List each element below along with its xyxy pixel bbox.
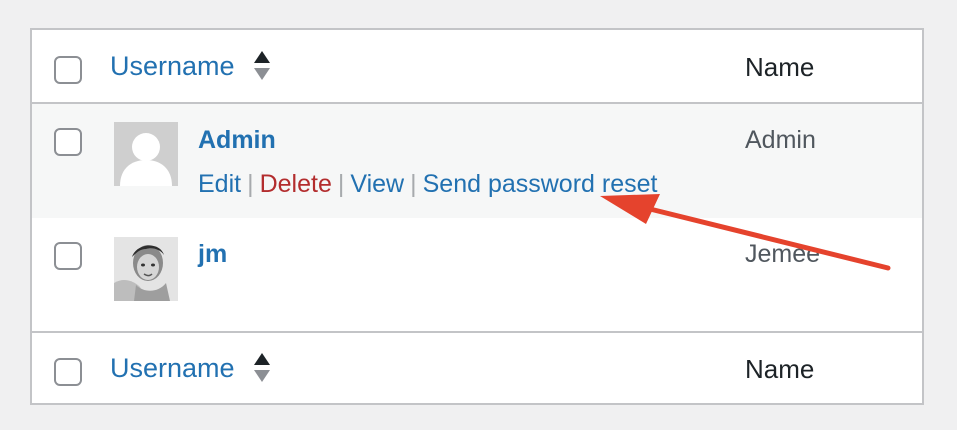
delete-link[interactable]: Delete [260, 170, 332, 198]
row-checkbox-admin[interactable] [54, 128, 82, 156]
name-cell-admin: Admin [745, 126, 816, 154]
edit-link[interactable]: Edit [198, 170, 241, 198]
separator: | [410, 170, 417, 198]
table-row: Admin Edit | Delete | View | Send password res… [32, 104, 922, 218]
avatar [114, 122, 178, 186]
select-all-checkbox-top[interactable] [54, 56, 82, 84]
table-row: jm Jemee [32, 218, 922, 331]
users-table: Username Name Admin Edit | Delete | View | Sen… [30, 28, 924, 405]
default-avatar-icon [114, 122, 178, 186]
table-header-row: Username Name [32, 30, 922, 104]
username-link-jm[interactable]: jm [198, 240, 227, 269]
row-actions: Edit | Delete | View | Send password reset [198, 170, 657, 199]
name-column-header: Name [745, 52, 815, 82]
select-all-checkbox-bottom[interactable] [54, 358, 82, 386]
separator: | [247, 170, 254, 198]
user-photo-icon [114, 237, 178, 301]
table-footer-row: Username Name [32, 331, 922, 403]
sort-arrows-icon[interactable] [253, 352, 271, 384]
name-column-footer: Name [745, 354, 815, 384]
username-sort-link-bottom[interactable]: Username [110, 353, 235, 384]
view-link[interactable]: View [350, 170, 404, 198]
username-sort-link-top[interactable]: Username [110, 51, 235, 82]
separator: | [337, 170, 345, 198]
avatar [114, 237, 178, 301]
name-cell-jm: Jemee [745, 240, 821, 268]
row-checkbox-jm[interactable] [54, 242, 82, 270]
sort-arrows-icon[interactable] [253, 50, 271, 82]
username-link-admin[interactable]: Admin [198, 126, 276, 155]
send-password-reset-link[interactable]: Send password reset [423, 170, 658, 198]
